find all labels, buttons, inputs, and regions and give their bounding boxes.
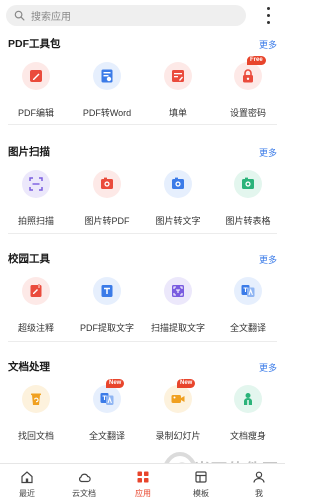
divider <box>8 124 277 125</box>
search-input[interactable]: 搜索应用 <box>6 5 246 26</box>
tool-recover-doc[interactable]: 找回文档 <box>1 385 71 455</box>
nav-label: 模板 <box>193 489 209 498</box>
section-title: PDF工具包 <box>8 38 61 50</box>
tool-label: 录制幻灯片 <box>155 431 201 441</box>
tool-image-to-text[interactable]: 图片转文字 <box>143 170 213 240</box>
section-pdf-toolkit: PDF工具包 更多 PDF编辑 PDF转Word 填单 Free 设置密码 <box>0 36 285 144</box>
section-document-processing: 文档处理 更多 找回文档 New 全文翻译 New 录制幻灯片 文档瘦身 <box>0 359 285 467</box>
tool-label: 设置密码 <box>229 108 266 118</box>
more-link[interactable]: 更多 <box>259 361 277 374</box>
section-title: 文档处理 <box>8 361 50 373</box>
pdf-extract-text-icon <box>93 277 121 305</box>
tool-label: 文档瘦身 <box>229 431 266 441</box>
nav-item-recent[interactable]: 最近 <box>2 470 52 500</box>
more-link[interactable]: 更多 <box>259 38 277 51</box>
more-link[interactable]: 更多 <box>259 253 277 266</box>
recover-doc-icon <box>22 385 50 413</box>
tool-pdf-edit[interactable]: PDF编辑 <box>1 62 71 132</box>
nav-item-me[interactable]: 我 <box>234 470 284 500</box>
tool-pdf-to-word[interactable]: PDF转Word <box>72 62 142 132</box>
translate-icon <box>93 385 121 413</box>
free-badge: Free <box>247 56 266 65</box>
section-campus-tools: 校园工具 更多 超级注释 PDF提取文字 扫描提取文字 全文翻译 <box>0 251 285 359</box>
tool-label: 图片转PDF <box>84 216 130 226</box>
cloud-icon <box>78 473 91 483</box>
tool-image-to-table[interactable]: 图片转表格 <box>213 170 283 240</box>
tool-label: PDF转Word <box>82 108 132 118</box>
tool-label: 图片转表格 <box>225 216 271 226</box>
tool-image-to-pdf[interactable]: 图片转PDF <box>72 170 142 240</box>
pdf-edit-icon <box>22 62 50 90</box>
lock-icon <box>234 62 262 90</box>
translate-icon <box>234 277 262 305</box>
tool-label: 图片转文字 <box>155 216 201 226</box>
tool-label: 超级注释 <box>17 323 54 333</box>
tool-set-password[interactable]: Free 设置密码 <box>213 56 283 132</box>
tool-full-translate-new[interactable]: New 全文翻译 <box>72 379 142 455</box>
section-title: 图片扫描 <box>8 146 50 158</box>
divider <box>8 233 277 234</box>
new-badge: New <box>106 379 125 388</box>
search-placeholder: 搜索应用 <box>31 12 71 23</box>
tool-label: 全文翻译 <box>88 431 125 441</box>
template-icon <box>195 471 207 483</box>
apps-grid-icon <box>137 471 149 483</box>
section-image-scan: 图片扫描 更多 拍照扫描 图片转PDF 图片转文字 图片转表格 <box>0 144 285 252</box>
tool-full-translate[interactable]: 全文翻译 <box>213 277 283 347</box>
new-badge: New <box>177 379 196 388</box>
tool-super-annotate[interactable]: 超级注释 <box>1 277 71 347</box>
tool-label: 全文翻译 <box>229 323 266 333</box>
tool-scan-extract-text[interactable]: 扫描提取文字 <box>143 277 213 347</box>
nav-label: 我 <box>255 489 263 498</box>
tool-pdf-extract-text[interactable]: PDF提取文字 <box>72 277 142 347</box>
nav-label: 应用 <box>135 489 151 498</box>
nav-label: 云文档 <box>72 489 96 498</box>
tool-fill-form[interactable]: 填单 <box>143 62 213 132</box>
tool-label: 找回文档 <box>17 431 54 441</box>
tool-label: 拍照扫描 <box>17 216 54 226</box>
nav-item-templates[interactable]: 模板 <box>176 470 226 500</box>
user-icon <box>253 471 265 483</box>
section-title: 校园工具 <box>8 253 50 265</box>
doc-slim-icon <box>234 385 262 413</box>
nav-item-cloud-docs[interactable]: 云文档 <box>59 470 109 500</box>
tool-photo-scan[interactable]: 拍照扫描 <box>1 170 71 240</box>
search-icon <box>14 10 25 21</box>
fill-form-icon <box>164 62 192 90</box>
tool-label: PDF提取文字 <box>79 323 134 333</box>
tool-label: 扫描提取文字 <box>150 323 205 333</box>
image-to-table-icon <box>234 170 262 198</box>
tool-label: PDF编辑 <box>17 108 54 118</box>
annotate-icon <box>22 277 50 305</box>
nav-item-apps[interactable]: 应用 <box>118 470 168 500</box>
scan-extract-text-icon <box>164 277 192 305</box>
photo-scan-icon <box>22 170 50 198</box>
top-bar: 搜索应用 <box>0 0 285 30</box>
divider <box>8 341 277 342</box>
more-link[interactable]: 更多 <box>259 146 277 159</box>
more-options-icon[interactable] <box>264 7 272 24</box>
pdf-to-word-icon <box>93 62 121 90</box>
tool-label: 填单 <box>168 108 187 118</box>
image-to-pdf-icon <box>93 170 121 198</box>
image-to-text-icon <box>164 170 192 198</box>
record-slides-icon <box>164 385 192 413</box>
nav-label: 最近 <box>19 489 35 498</box>
home-icon <box>21 471 33 484</box>
tool-record-slides[interactable]: New 录制幻灯片 <box>143 379 213 455</box>
bottom-nav: 最近 云文档 应用 模板 我 <box>0 463 285 500</box>
tool-doc-slim[interactable]: 文档瘦身 <box>213 385 283 455</box>
